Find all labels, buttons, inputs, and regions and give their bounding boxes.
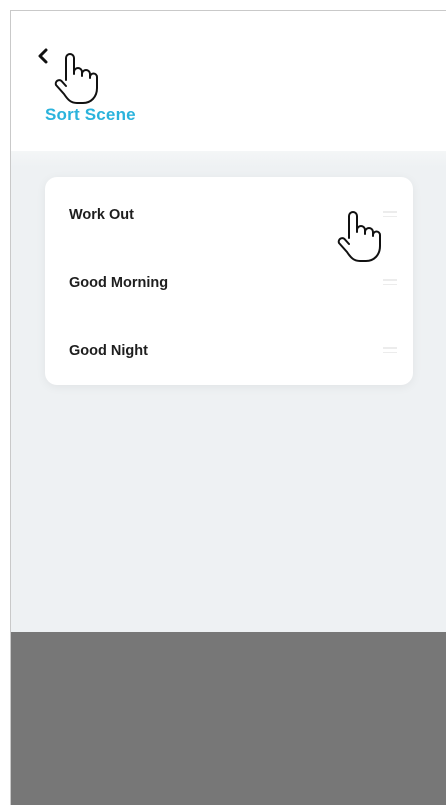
app-screen: Sort Scene Work Out Good Morning Good Ni… xyxy=(10,10,446,805)
scene-item-label: Good Morning xyxy=(69,275,169,291)
header-divider xyxy=(11,151,446,167)
scene-item-good-night[interactable]: Good Night xyxy=(45,321,413,381)
drag-handle-icon[interactable] xyxy=(383,211,397,219)
scene-item-label: Good Night xyxy=(69,343,148,359)
drag-handle-icon[interactable] xyxy=(383,347,397,355)
chevron-left-icon xyxy=(38,48,48,64)
header: Sort Scene xyxy=(11,11,446,151)
scene-list: Work Out Good Morning Good Night xyxy=(45,177,413,385)
back-button[interactable] xyxy=(33,45,55,67)
scene-item-label: Work Out xyxy=(69,207,134,223)
page-title: Sort Scene xyxy=(45,105,136,124)
drag-handle-icon[interactable] xyxy=(383,279,397,287)
scene-item-work-out[interactable]: Work Out xyxy=(45,185,413,245)
scene-item-good-morning[interactable]: Good Morning xyxy=(45,253,413,313)
bottom-overlay xyxy=(11,632,446,805)
